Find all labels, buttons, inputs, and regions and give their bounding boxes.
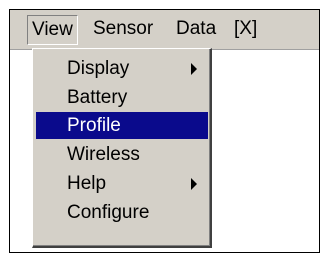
menu-item-label: Help [67,173,107,194]
menu-item-label: Configure [67,202,150,223]
menu-view[interactable]: View [27,15,78,45]
menu-item-label: Battery [67,87,128,108]
submenu-arrow-icon [191,63,197,75]
menu-close[interactable]: [X] [229,15,262,43]
menu-item-label: Wireless [67,144,140,165]
menu-item-help[interactable]: Help [36,170,208,197]
menu-item-display[interactable]: Display [36,55,208,82]
menu-item-profile[interactable]: Profile [36,112,208,139]
menu-item-label: Display [67,58,130,79]
menu-item-wireless[interactable]: Wireless [36,141,208,168]
menu-sensor[interactable]: Sensor [88,15,158,43]
app-window: View Sensor Data [X] Display Battery Pro… [9,9,320,253]
menu-item-label: Profile [67,115,121,136]
menu-bar: View Sensor Data [X] [10,10,319,50]
submenu-arrow-icon [191,178,197,190]
menu-item-configure[interactable]: Configure [36,199,208,226]
menu-data[interactable]: Data [171,15,221,43]
menu-item-battery[interactable]: Battery [36,84,208,111]
view-dropdown-menu: Display Battery Profile Wireless Help Co… [32,48,212,248]
